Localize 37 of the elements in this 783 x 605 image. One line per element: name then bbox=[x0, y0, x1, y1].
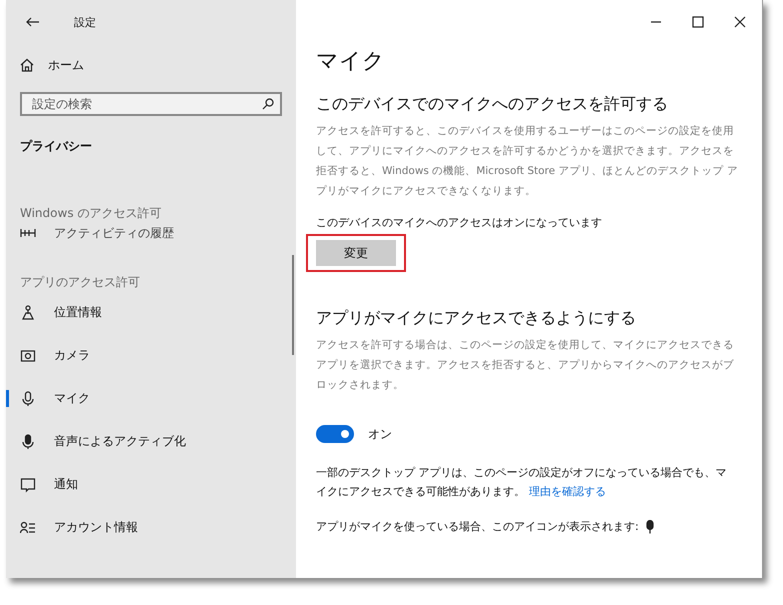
search-field[interactable]: 設定の検索 bbox=[20, 92, 282, 116]
maximize-icon[interactable] bbox=[692, 16, 704, 28]
learn-more-link[interactable]: 理由を確認する bbox=[529, 485, 606, 498]
account-list-icon bbox=[20, 520, 36, 536]
sidebar-item[interactable]: 音声によるアクティブ化 bbox=[6, 420, 296, 463]
microphone-icon bbox=[20, 434, 36, 450]
change-button[interactable]: 変更 bbox=[316, 240, 396, 266]
note-text: 一部のデスクトップ アプリは、このページの設定がオフになっている場合でも、マイクにアクセスできる可能性があります。 理由を確認する bbox=[316, 465, 728, 500]
sidebar-item[interactable]: カメラ bbox=[6, 334, 296, 377]
group-heading: Windows のアクセス許可 bbox=[20, 205, 162, 222]
section-title: プライバシー bbox=[20, 138, 93, 155]
toggle-label: オン bbox=[368, 426, 392, 442]
sidebar-item[interactable]: アカウント情報 bbox=[6, 506, 296, 549]
home-link[interactable]: ホーム bbox=[20, 52, 296, 78]
search-icon bbox=[262, 98, 274, 110]
toggle-switch[interactable] bbox=[316, 425, 354, 443]
section-heading: このデバイスでのマイクへのアクセスを許可する bbox=[316, 94, 669, 115]
description: アクセスを許可すると、このデバイスを使用するユーザーはこのページの設定を使用して、アプリにマイクへのアクセスを許可するかどうかを選択できます。アクセスを拒否すると、Windows の機能、Microsoft Store アプリ、ほとんどのデスクトップ アプリがマイクにアクセスできなくなります。 bbox=[316, 124, 739, 199]
person-icon bbox=[20, 304, 36, 320]
back-arrow-icon[interactable] bbox=[26, 17, 40, 27]
close-icon[interactable] bbox=[734, 16, 746, 28]
window-title: 設定 bbox=[74, 14, 96, 30]
group-heading: アプリのアクセス許可 bbox=[20, 274, 141, 291]
microphone-icon bbox=[20, 390, 36, 406]
section-heading: アプリがマイクにアクセスできるようにする bbox=[316, 308, 637, 329]
sidebar-item[interactable]: 位置情報 bbox=[6, 291, 296, 334]
home-icon bbox=[20, 58, 34, 72]
camera-icon bbox=[20, 348, 36, 364]
status-text: このデバイスのマイクへのアクセスはオンになっています bbox=[316, 215, 603, 230]
microphone-icon bbox=[644, 520, 655, 534]
description: アクセスを許可する場合は、このページの設定を使用して、マイクにアクセスできるアプリを選択できます。アクセスを拒否すると、アプリからマイクへのアクセスがブロックされます。 bbox=[316, 338, 735, 393]
sidebar-item[interactable]: 通知 bbox=[6, 463, 296, 506]
message-icon bbox=[20, 476, 36, 492]
page-title: マイク bbox=[316, 48, 386, 76]
scrollbar[interactable] bbox=[292, 255, 294, 355]
indicator-text: アプリがマイクを使っている場合、このアイコンが表示されます: bbox=[316, 519, 639, 534]
sidebar-item[interactable]: アクティビティの履歴 bbox=[6, 222, 296, 244]
